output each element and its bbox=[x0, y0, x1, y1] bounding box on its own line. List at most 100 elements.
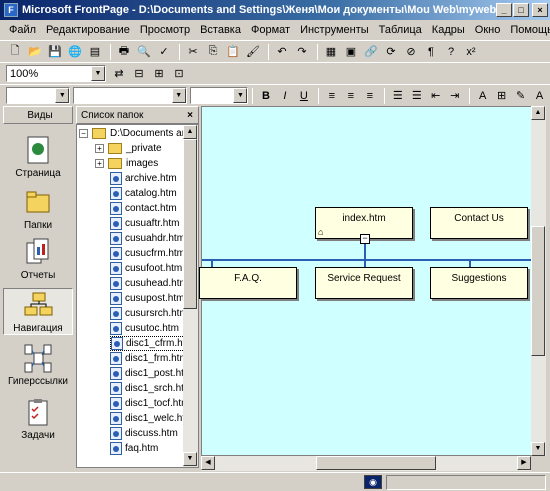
chevron-down-icon[interactable]: ▼ bbox=[91, 66, 105, 81]
view-hyperlinks[interactable]: Гиперссылки bbox=[3, 342, 73, 387]
chevron-down-icon[interactable]: ▼ bbox=[233, 88, 248, 103]
chevron-down-icon[interactable]: ▼ bbox=[55, 88, 70, 103]
numbering-icon[interactable]: ☰ bbox=[389, 87, 406, 105]
collapse-icon[interactable]: − bbox=[79, 129, 88, 138]
file-row[interactable]: cusursrch.htm bbox=[110, 306, 188, 321]
save-icon[interactable]: 💾 bbox=[46, 43, 64, 61]
file-row[interactable]: disc1_welc.htm bbox=[110, 411, 193, 426]
close-button[interactable]: × bbox=[532, 3, 548, 17]
chevron-down-icon[interactable]: ▼ bbox=[171, 88, 186, 103]
refresh-icon[interactable]: ⟳ bbox=[382, 43, 400, 61]
file-row[interactable]: archive.htm bbox=[110, 171, 177, 186]
redo-icon[interactable]: ↷ bbox=[293, 43, 311, 61]
spelling-icon[interactable]: ✓ bbox=[155, 43, 173, 61]
font-size-select[interactable]: ▼ bbox=[189, 87, 249, 104]
highlight-icon[interactable]: ✎ bbox=[512, 87, 529, 105]
scroll-thumb[interactable] bbox=[316, 456, 436, 470]
menu-insert[interactable]: Вставка bbox=[195, 24, 246, 36]
style-select[interactable]: ▼ bbox=[6, 87, 71, 104]
view-navigation[interactable]: Навигация bbox=[3, 288, 73, 335]
preview-icon[interactable]: 🔍 bbox=[135, 43, 153, 61]
nav-node[interactable]: Suggestions bbox=[430, 267, 528, 299]
portrait-landscape-icon[interactable]: ⇄ bbox=[110, 65, 128, 83]
italic-icon[interactable]: I bbox=[276, 87, 293, 105]
publish-icon[interactable]: 🌐 bbox=[66, 43, 84, 61]
font-size-grow-icon[interactable]: A bbox=[474, 87, 491, 105]
menu-file[interactable]: Файл bbox=[4, 24, 41, 36]
scroll-down-icon[interactable]: ▼ bbox=[531, 442, 545, 456]
font-color-icon[interactable]: A bbox=[531, 87, 548, 105]
zoom-select[interactable]: 100% ▼ bbox=[6, 65, 106, 82]
menu-frames[interactable]: Кадры bbox=[427, 24, 470, 36]
paste-icon[interactable]: 📋 bbox=[224, 43, 242, 61]
canvas-scrollbar-h[interactable]: ◀ ▶ bbox=[201, 456, 531, 471]
underline-icon[interactable]: U bbox=[295, 87, 312, 105]
menu-help[interactable]: Помощь bbox=[505, 24, 550, 36]
file-row[interactable]: disc1_tocf.htm bbox=[110, 396, 189, 411]
open-icon[interactable]: 📂 bbox=[26, 43, 44, 61]
view-page[interactable]: Страница bbox=[3, 134, 73, 179]
maximize-button[interactable]: □ bbox=[513, 3, 529, 17]
bullets-icon[interactable]: ☰ bbox=[408, 87, 425, 105]
cut-icon[interactable]: ✂ bbox=[184, 43, 202, 61]
scroll-up-icon[interactable]: ▲ bbox=[183, 125, 197, 139]
close-icon[interactable]: × bbox=[187, 110, 193, 121]
file-row[interactable]: cusucfrm.htm bbox=[110, 246, 185, 261]
included-in-nav-icon[interactable]: ⊡ bbox=[170, 65, 188, 83]
file-row[interactable]: disc1_srch.htm bbox=[110, 381, 192, 396]
align-right-icon[interactable]: ≡ bbox=[361, 87, 378, 105]
file-row[interactable]: catalog.htm bbox=[110, 186, 177, 201]
nav-node[interactable]: Service Request bbox=[315, 267, 413, 299]
help-icon[interactable]: ? bbox=[442, 43, 460, 61]
insert-picture-icon[interactable]: ▣ bbox=[342, 43, 360, 61]
expand-icon[interactable]: ⊞ bbox=[150, 65, 168, 83]
superscript-icon[interactable]: x² bbox=[462, 43, 480, 61]
decrease-indent-icon[interactable]: ⇤ bbox=[427, 87, 444, 105]
insert-table-icon[interactable]: ▦ bbox=[322, 43, 340, 61]
view-reports[interactable]: Отчеты bbox=[3, 236, 73, 281]
scroll-up-icon[interactable]: ▲ bbox=[531, 106, 545, 120]
nav-node-home[interactable]: index.htm ⌂ − bbox=[315, 207, 413, 244]
file-row[interactable]: discuss.htm bbox=[110, 426, 178, 441]
show-all-icon[interactable]: ¶ bbox=[422, 43, 440, 61]
canvas-scrollbar-v[interactable]: ▲ ▼ bbox=[531, 106, 546, 456]
folder-list-scrollbar[interactable]: ▲ ▼ bbox=[183, 125, 198, 467]
menu-window[interactable]: Окно bbox=[470, 24, 506, 36]
stop-icon[interactable]: ⊘ bbox=[402, 43, 420, 61]
scroll-thumb[interactable] bbox=[531, 226, 545, 356]
undo-icon[interactable]: ↶ bbox=[273, 43, 291, 61]
copy-icon[interactable]: ⎘ bbox=[204, 43, 222, 61]
view-folders[interactable]: Папки bbox=[3, 186, 73, 231]
tree-root[interactable]: − D:\Documents and bbox=[79, 126, 193, 141]
scroll-down-icon[interactable]: ▼ bbox=[183, 452, 197, 466]
nav-node[interactable]: Contact Us bbox=[430, 207, 528, 239]
expand-icon[interactable]: + bbox=[95, 159, 104, 168]
align-center-icon[interactable]: ≡ bbox=[342, 87, 359, 105]
file-row[interactable]: disc1_post.htm bbox=[110, 366, 192, 381]
view-tasks[interactable]: Задачи bbox=[3, 396, 73, 441]
scroll-right-icon[interactable]: ▶ bbox=[517, 456, 531, 470]
subtree-only-icon[interactable]: ⊟ bbox=[130, 65, 148, 83]
nav-node[interactable]: F.A.Q. bbox=[199, 267, 297, 299]
menu-tools[interactable]: Инструменты bbox=[295, 24, 374, 36]
scroll-thumb[interactable] bbox=[183, 139, 197, 309]
file-row[interactable]: cusutoc.htm bbox=[110, 321, 179, 336]
file-row[interactable]: cusuahdr.htm bbox=[110, 231, 185, 246]
bold-icon[interactable]: B bbox=[257, 87, 274, 105]
menu-edit[interactable]: Редактирование bbox=[41, 24, 135, 36]
hyperlink-icon[interactable]: 🔗 bbox=[362, 43, 380, 61]
file-row[interactable]: contact.htm bbox=[110, 201, 177, 216]
file-row[interactable]: cusufoot.htm bbox=[110, 261, 182, 276]
menu-format[interactable]: Формат bbox=[246, 24, 295, 36]
menu-table[interactable]: Таблица bbox=[374, 24, 427, 36]
print-icon[interactable]: 🖶 bbox=[115, 43, 133, 61]
font-select[interactable]: ▼ bbox=[73, 87, 187, 104]
tree-folder[interactable]: + _private bbox=[95, 141, 162, 156]
file-row[interactable]: cusuhead.htm bbox=[110, 276, 188, 291]
align-left-icon[interactable]: ≡ bbox=[323, 87, 340, 105]
collapse-icon[interactable]: − bbox=[360, 234, 370, 244]
menu-view[interactable]: Просмотр bbox=[135, 24, 195, 36]
increase-indent-icon[interactable]: ⇥ bbox=[446, 87, 463, 105]
scroll-left-icon[interactable]: ◀ bbox=[201, 456, 215, 470]
expand-icon[interactable]: + bbox=[95, 144, 104, 153]
